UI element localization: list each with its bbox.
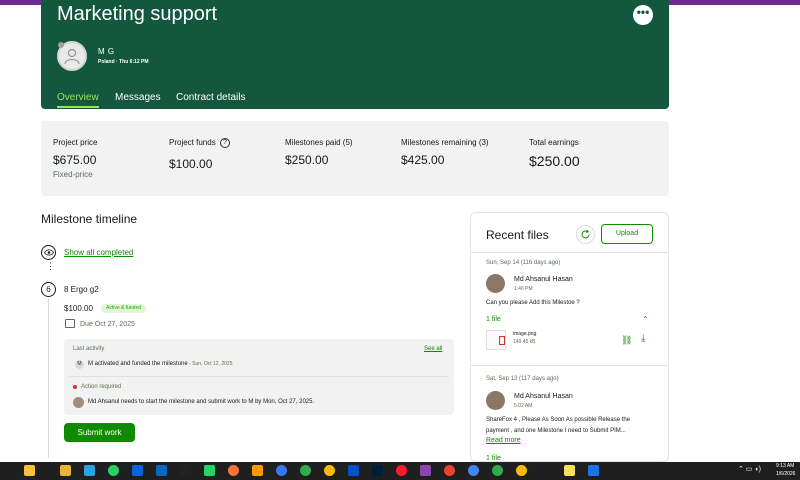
vertical-dots-icon: ⋮ bbox=[46, 261, 55, 271]
sender-name: Md Ahsanul Hasan bbox=[514, 393, 573, 400]
chevron-up-icon[interactable]: ⌃ bbox=[642, 315, 649, 324]
submit-work-button[interactable]: Submit work bbox=[64, 423, 135, 442]
milestones-paid-value: $250.00 bbox=[285, 153, 329, 167]
linkedin-icon[interactable] bbox=[156, 465, 167, 476]
client-name: M G bbox=[98, 47, 115, 56]
chrome-icon[interactable] bbox=[468, 465, 479, 476]
chrome-icon[interactable] bbox=[300, 465, 311, 476]
tab-messages[interactable]: Messages bbox=[115, 92, 161, 103]
signal-icon[interactable] bbox=[276, 465, 287, 476]
file-name[interactable]: image.png bbox=[513, 331, 536, 337]
status-dot bbox=[58, 42, 64, 48]
file-count[interactable]: 1 file bbox=[486, 316, 501, 323]
milestone-number: 6 bbox=[41, 282, 56, 297]
tab-overview[interactable]: Overview bbox=[57, 92, 99, 103]
copilot-icon[interactable] bbox=[24, 465, 35, 476]
milestone-amount: $100.00 bbox=[64, 304, 93, 313]
taskbar-time: 9:13 AM bbox=[776, 463, 795, 469]
sticky-notes-icon[interactable] bbox=[564, 465, 575, 476]
sender-name: Md Ahsanul Hasan bbox=[514, 276, 573, 283]
upload-button[interactable]: Upload bbox=[601, 224, 653, 244]
sender-avatar bbox=[486, 274, 505, 293]
chrome-icon[interactable] bbox=[516, 465, 527, 476]
action-required-text: Md Ahsanul needs to start the milestone … bbox=[88, 399, 315, 405]
opera-icon[interactable] bbox=[396, 465, 407, 476]
page-title: Marketing support bbox=[57, 3, 218, 25]
sublime-icon[interactable] bbox=[252, 465, 263, 476]
project-funds-value: $100.00 bbox=[169, 157, 213, 171]
firefox-icon[interactable] bbox=[228, 465, 239, 476]
refresh-button[interactable] bbox=[576, 225, 595, 244]
divider bbox=[69, 376, 449, 377]
milestones-paid-label: Milestones paid (5) bbox=[285, 138, 353, 147]
file-entry-date: Sun, Sep 14 (116 days ago) bbox=[486, 260, 561, 266]
timeline-line bbox=[48, 298, 49, 458]
upwork-icon[interactable] bbox=[180, 465, 191, 476]
total-earnings-value: $250.00 bbox=[529, 153, 580, 169]
milestones-remaining-label: Milestones remaining (3) bbox=[401, 138, 489, 147]
show-all-completed-link[interactable]: Show all completed bbox=[64, 248, 133, 257]
milestone-timeline-heading: Milestone timeline bbox=[41, 212, 138, 226]
last-activity-label: Last activity bbox=[73, 346, 105, 352]
whatsapp-business-icon[interactable] bbox=[204, 465, 215, 476]
refresh-icon bbox=[581, 229, 590, 239]
download-icon[interactable]: ⤓ bbox=[641, 333, 645, 344]
sender-time: 1:46 PM bbox=[514, 286, 533, 292]
activity-time: - Sun, Oct 12, 2025 bbox=[187, 361, 233, 367]
user-icon bbox=[64, 49, 80, 65]
chrome-icon[interactable] bbox=[492, 465, 503, 476]
price-type: Fixed-price bbox=[53, 170, 93, 179]
file-entry-date: Sat, Sep 13 (117 days ago) bbox=[486, 376, 559, 382]
taskbar-date: 1/6/2026 bbox=[776, 471, 796, 477]
divider bbox=[471, 365, 668, 366]
file-thumbnail[interactable] bbox=[486, 330, 506, 350]
due-date: Due Oct 27, 2025 bbox=[80, 321, 135, 328]
project-price-value: $675.00 bbox=[53, 153, 97, 167]
file-size: 149.45 kB bbox=[513, 339, 536, 345]
client-location-time: Poland · Thu 6:12 PM bbox=[98, 59, 149, 65]
help-icon[interactable]: ? bbox=[220, 138, 230, 148]
file-message-line: ShareFox 4 , Please As Soon As possible … bbox=[486, 417, 631, 423]
divider bbox=[471, 252, 668, 253]
whatsapp-icon[interactable] bbox=[108, 465, 119, 476]
status-badge: Active & funded bbox=[101, 304, 147, 313]
app-icon[interactable] bbox=[420, 465, 431, 476]
total-earnings-label: Total earnings bbox=[529, 138, 579, 147]
file-message-line: payment , and one Milestone I need to Su… bbox=[486, 428, 626, 434]
active-tab-indicator bbox=[57, 106, 99, 108]
chrome-icon[interactable] bbox=[324, 465, 335, 476]
cursor-icon[interactable] bbox=[588, 465, 599, 476]
calendar-icon bbox=[65, 319, 75, 328]
tab-contract-details[interactable]: Contract details bbox=[176, 92, 245, 103]
telegram-icon[interactable] bbox=[84, 465, 95, 476]
alert-dot-icon bbox=[73, 385, 77, 389]
jira-icon[interactable] bbox=[348, 465, 359, 476]
client-initial-avatar: M bbox=[75, 360, 84, 369]
link-icon[interactable]: ⛓ bbox=[621, 335, 632, 346]
file-explorer-icon[interactable] bbox=[60, 465, 71, 476]
project-price-label: Project price bbox=[53, 138, 98, 147]
eye-icon bbox=[41, 245, 56, 260]
chrome-icon[interactable] bbox=[444, 465, 455, 476]
file-message: Can you please Add this Milestoe ? bbox=[486, 300, 580, 306]
photoshop-icon[interactable] bbox=[372, 465, 383, 476]
see-all-link[interactable]: See all bbox=[424, 346, 442, 352]
file-count[interactable]: 1 file bbox=[486, 455, 501, 462]
activity-message: M activated and funded the milestone bbox=[88, 361, 188, 367]
read-more-link[interactable]: Read more bbox=[486, 437, 521, 444]
milestone-title: 8 Ergo g2 bbox=[64, 285, 99, 294]
project-funds-label: Project funds bbox=[169, 138, 216, 147]
activity-text: M activated and funded the milestone - S… bbox=[88, 361, 232, 367]
outlook-icon[interactable] bbox=[132, 465, 143, 476]
sender-time: 5:02 AM bbox=[514, 403, 533, 409]
more-options-button[interactable]: ••• bbox=[633, 5, 653, 25]
freelancer-avatar bbox=[73, 397, 84, 408]
system-tray-icons[interactable]: ⌃ ▭ ◖) bbox=[738, 465, 761, 473]
sender-avatar bbox=[486, 391, 505, 410]
milestones-remaining-value: $425.00 bbox=[401, 153, 445, 167]
action-required-label: Action required bbox=[81, 384, 122, 390]
recent-files-heading: Recent files bbox=[486, 228, 549, 242]
